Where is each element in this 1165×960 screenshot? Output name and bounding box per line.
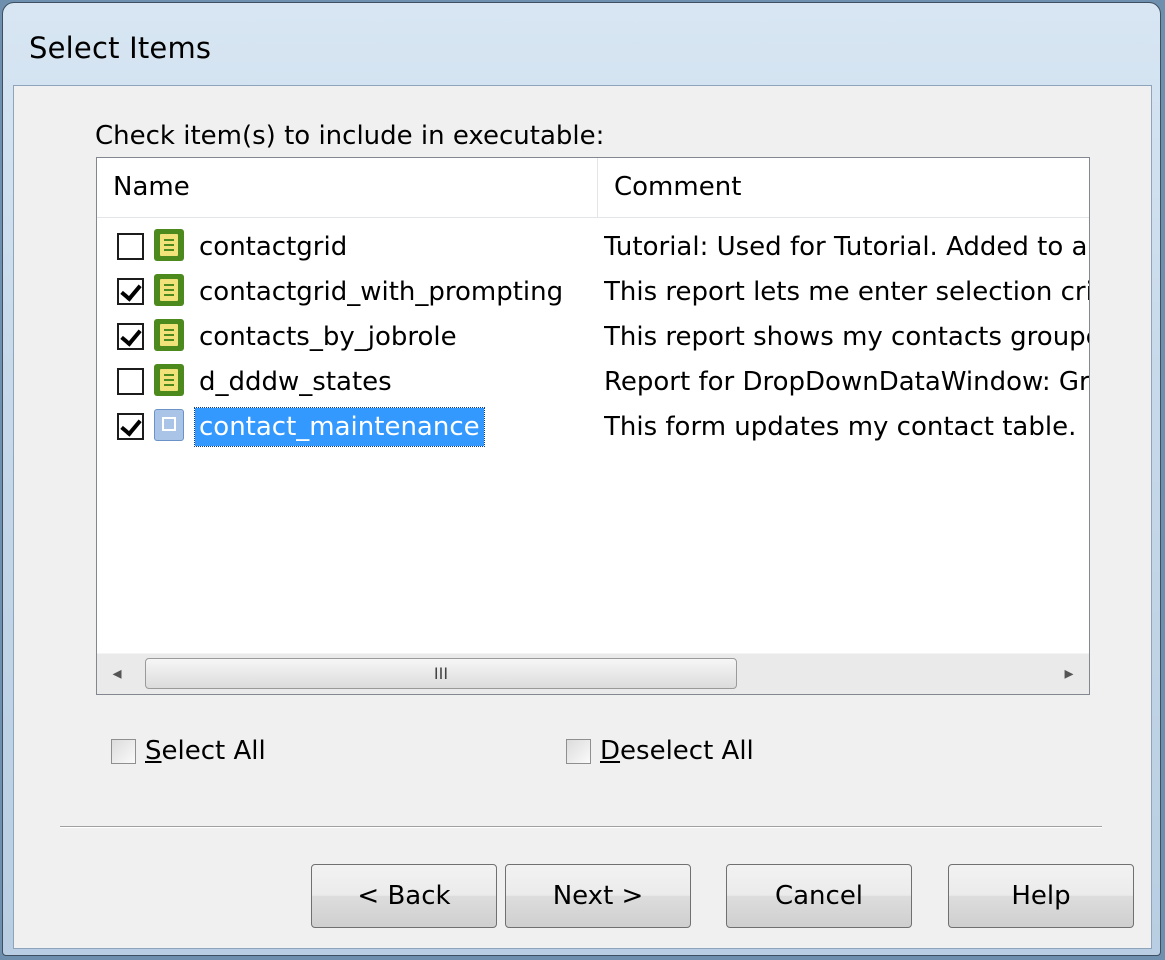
list-item[interactable]: d_dddw_states Report for DropDownDataWin…: [97, 361, 1090, 405]
item-checkbox[interactable]: [117, 413, 144, 440]
item-comment: This report shows my contacts groupe: [604, 322, 1090, 352]
scroll-left-icon[interactable]: ◂: [97, 654, 137, 694]
item-name[interactable]: contacts_by_jobrole: [195, 318, 461, 356]
list-item[interactable]: contactgrid Tutorial: Used for Tutorial.…: [97, 226, 1089, 270]
item-name[interactable]: contact_maintenance: [194, 407, 485, 447]
item-comment: This report lets me enter selection crit…: [604, 277, 1090, 307]
list-item[interactable]: contact_maintenance This form updates my…: [97, 406, 1089, 450]
dialog-content: Check item(s) to include in executable: …: [13, 85, 1152, 949]
item-checkbox[interactable]: [117, 233, 144, 260]
report-icon: [154, 364, 184, 396]
item-comment: Report for DropDownDataWindow: Gri: [604, 367, 1090, 397]
list-item[interactable]: contactgrid_with_prompting This report l…: [97, 271, 1090, 315]
horizontal-scrollbar[interactable]: ◂ III ▸: [97, 653, 1089, 694]
deselect-all-label[interactable]: Deselect All: [600, 736, 754, 766]
items-list[interactable]: Name Comment contactgrid Tutorial: Used …: [96, 157, 1090, 695]
column-header-name[interactable]: Name: [97, 158, 598, 217]
list-item[interactable]: contacts_by_jobrole This report shows my…: [97, 316, 1090, 360]
item-name[interactable]: contactgrid: [195, 228, 351, 266]
help-button[interactable]: Help: [948, 864, 1134, 928]
report-icon: [154, 274, 184, 306]
item-checkbox[interactable]: [117, 278, 144, 305]
cancel-button[interactable]: Cancel: [726, 864, 912, 928]
item-checkbox[interactable]: [117, 368, 144, 395]
item-comment: This form updates my contact table.: [604, 412, 1077, 442]
scroll-right-icon[interactable]: ▸: [1049, 654, 1089, 694]
report-icon: [154, 319, 184, 351]
separator-line: [60, 826, 1102, 828]
back-button[interactable]: < Back: [311, 864, 497, 928]
item-comment: Tutorial: Used for Tutorial. Added to a: [604, 232, 1088, 262]
dialog-title: Select Items: [29, 31, 212, 65]
column-header-comment[interactable]: Comment: [598, 158, 1089, 217]
item-checkbox[interactable]: [117, 323, 144, 350]
item-name[interactable]: contactgrid_with_prompting: [195, 273, 567, 311]
instruction-label: Check item(s) to include in executable:: [95, 121, 605, 151]
form-icon: [154, 409, 184, 441]
item-name[interactable]: d_dddw_states: [195, 363, 396, 401]
scrollbar-thumb[interactable]: III: [145, 658, 737, 689]
deselect-all-box[interactable]: [566, 739, 591, 764]
list-header: Name Comment: [97, 158, 1089, 218]
report-icon: [154, 229, 184, 261]
next-button[interactable]: Next >: [505, 864, 691, 928]
select-all-label[interactable]: Select All: [145, 736, 266, 766]
select-items-dialog: Select Items Check item(s) to include in…: [2, 2, 1161, 956]
select-all-box[interactable]: [111, 739, 136, 764]
